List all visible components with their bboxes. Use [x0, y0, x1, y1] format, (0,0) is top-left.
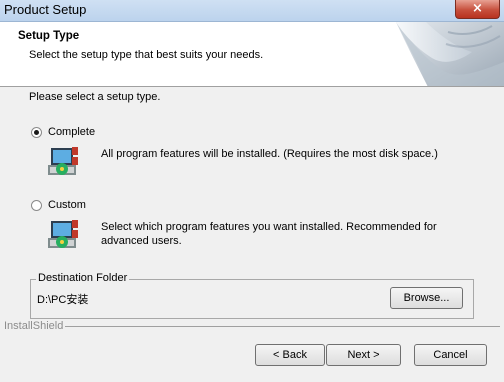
page-title: Setup Type — [18, 30, 80, 42]
header-panel: Setup Type Select the setup type that be… — [0, 22, 504, 87]
setup-type-prompt: Please select a setup type. — [29, 91, 161, 103]
custom-option-label[interactable]: Custom — [48, 199, 86, 211]
browse-button[interactable]: Browse... — [390, 287, 463, 309]
computer-install-icon — [48, 147, 78, 175]
installshield-divider — [4, 326, 500, 327]
cancel-button[interactable]: Cancel — [414, 344, 487, 366]
page-subtitle: Select the setup type that best suits yo… — [29, 49, 264, 61]
title-bar: Product Setup × — [0, 0, 504, 22]
back-button[interactable]: < Back — [255, 344, 325, 366]
custom-radio[interactable] — [31, 200, 42, 211]
complete-option-label[interactable]: Complete — [48, 126, 95, 138]
next-button[interactable]: Next > — [326, 344, 401, 366]
custom-option-description-line2: advanced users. — [101, 235, 182, 247]
close-icon: × — [472, 1, 483, 16]
destination-path: D:\PC安装 — [37, 294, 89, 306]
computer-install-icon — [48, 220, 78, 248]
page-curl-graphic — [396, 22, 504, 86]
window-title: Product Setup — [4, 2, 87, 17]
complete-radio[interactable] — [31, 127, 42, 138]
complete-option-description: All program features will be installed. … — [101, 148, 438, 160]
destination-folder-label: Destination Folder — [36, 272, 130, 284]
installshield-brand: InstallShield — [4, 320, 66, 332]
close-button[interactable]: × — [455, 0, 500, 19]
custom-option-description-line1: Select which program features you want i… — [101, 221, 437, 233]
